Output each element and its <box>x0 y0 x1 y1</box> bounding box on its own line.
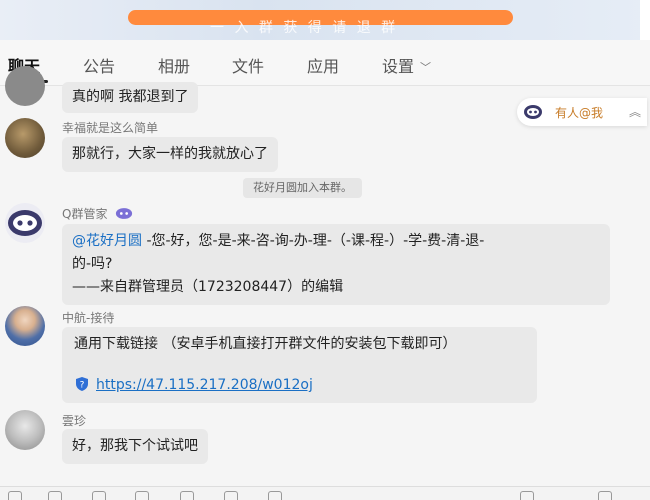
avatar[interactable] <box>5 410 45 450</box>
chevron-up-double-icon: ︽ <box>629 105 642 119</box>
message-line: @花好月圆 -您-好，您-是-来-咨-询-办-理-（-课-程-）-学-费-清-退… <box>72 230 600 253</box>
message-bubble[interactable]: 通用下载链接 （安卓手机直接打开群文件的安装包下载即可） ? https://4… <box>62 327 537 403</box>
chevron-down-icon: ﹀ <box>420 61 432 74</box>
tab-announcements[interactable]: 公告 <box>83 53 115 77</box>
chat-area[interactable]: 真的啊 我都退到了 有人@我 ︽ 幸福就是这么简单 那就行，大家一样的我就放心了… <box>0 66 650 486</box>
download-link[interactable]: https://47.115.217.208/w012oj <box>96 377 313 393</box>
tab-album[interactable]: 相册 <box>158 53 190 77</box>
history-icon[interactable] <box>520 491 534 500</box>
tab-bar: 聊天 公告 相册 文件 应用 设置﹀ <box>0 40 650 86</box>
more-icon[interactable] <box>268 491 282 500</box>
sender-name-text: Q群管家 <box>62 207 108 221</box>
message-line: ——来自群管理员（1723208447）的编辑 <box>72 279 344 295</box>
mention-notification[interactable]: 有人@我 ︽ <box>517 98 647 126</box>
message-bubble[interactable]: 真的啊 我都退到了 <box>62 82 199 113</box>
tab-settings-label: 设置 <box>382 57 415 76</box>
robot-icon <box>8 210 42 236</box>
mention-text: 有人@我 <box>555 106 604 120</box>
message-text: 通用下载链接 （安卓手机直接打开群文件的安装包下载即可） <box>74 336 457 352</box>
screenshot-icon[interactable] <box>48 491 62 500</box>
avatar[interactable] <box>5 118 45 158</box>
avatar[interactable] <box>5 203 45 243</box>
system-notice: 花好月圆加入本群。 <box>243 178 362 198</box>
top-banner: 一 入 群 获 得 请 退 群 <box>0 0 650 40</box>
tab-apps[interactable]: 应用 <box>307 53 339 77</box>
sender-name[interactable]: 幸福就是这么简单 <box>62 119 158 136</box>
sender-name[interactable]: 中航-接待 <box>62 309 114 326</box>
avatar[interactable] <box>5 306 45 346</box>
message-line: 的-吗? <box>72 256 113 272</box>
robot-badge-icon <box>116 208 133 219</box>
sender-name[interactable]: 雲珍 <box>62 412 86 429</box>
shield-link-icon: ? <box>76 377 88 391</box>
image-icon[interactable] <box>135 491 149 500</box>
clock-icon[interactable] <box>598 491 612 500</box>
message-text: -您-好，您-是-来-咨-询-办-理-（-课-程-）-学-费-清-退- <box>142 233 485 249</box>
tab-settings[interactable]: 设置 ﹀ <box>382 53 431 77</box>
svg-text:?: ? <box>80 381 85 391</box>
message-bubble[interactable]: 那就行，大家一样的我就放心了 <box>62 137 278 172</box>
gift-icon[interactable] <box>180 491 194 500</box>
voice-icon[interactable] <box>224 491 238 500</box>
banner-edge <box>640 0 650 40</box>
link-row[interactable]: ? https://47.115.217.208/w012oj <box>74 374 525 397</box>
avatar[interactable] <box>5 66 45 106</box>
message-bubble[interactable]: @花好月圆 -您-好，您-是-来-咨-询-办-理-（-课-程-）-学-费-清-退… <box>62 224 610 305</box>
emoji-icon[interactable] <box>8 491 22 500</box>
sender-name[interactable]: Q群管家 <box>62 205 133 222</box>
message-bubble[interactable]: 好，那我下个试试吧 <box>62 429 208 464</box>
tab-files[interactable]: 文件 <box>232 53 264 77</box>
input-toolbar <box>0 486 650 500</box>
mention-link[interactable]: @花好月圆 <box>72 233 142 249</box>
banner-text: 一 入 群 获 得 请 退 群 <box>210 20 399 36</box>
robot-icon <box>524 105 542 119</box>
folder-icon[interactable] <box>92 491 106 500</box>
